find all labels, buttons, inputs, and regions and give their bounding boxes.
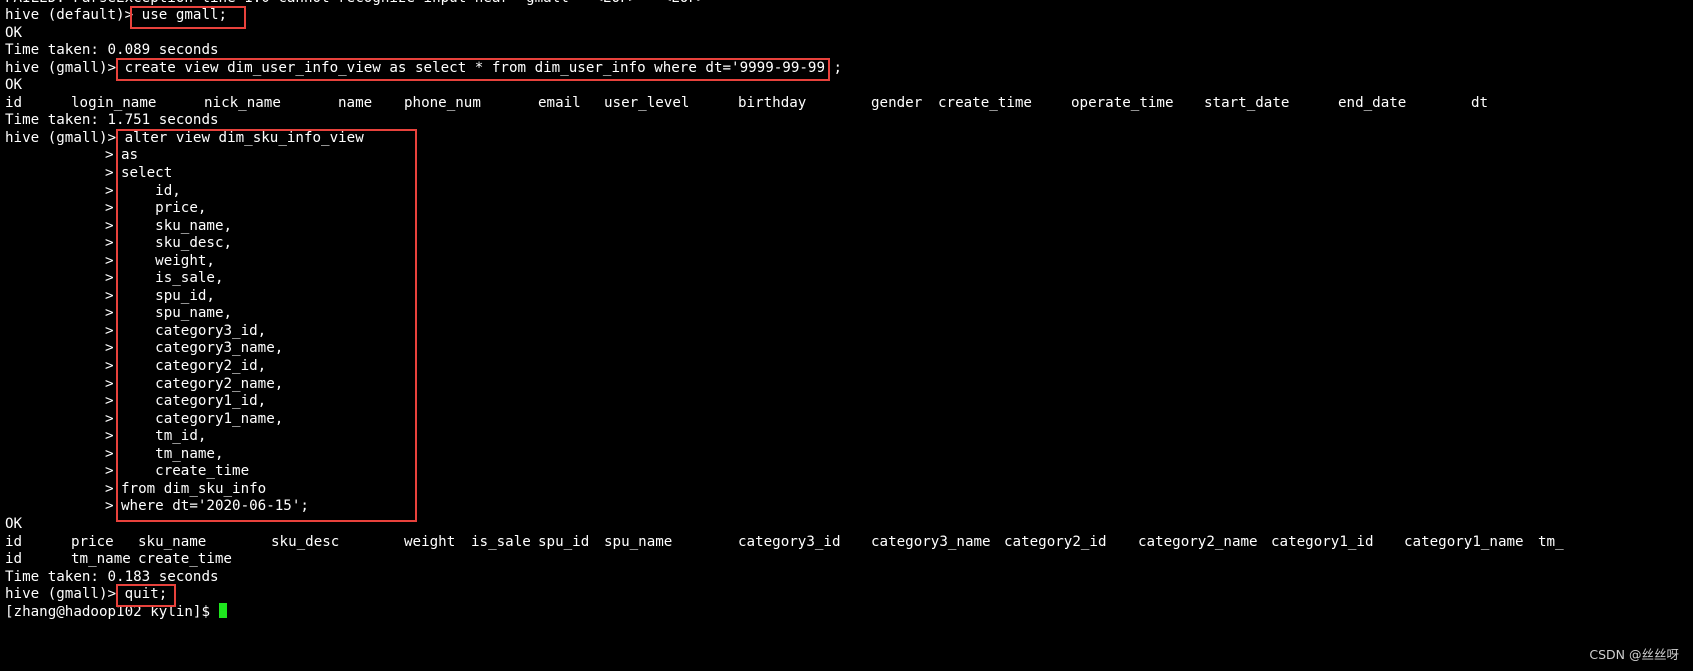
time-taken-line: Time taken: 1.751 seconds: [5, 112, 219, 128]
shell-prompt: [zhang@hadoop102 kylin]$: [5, 604, 219, 620]
user-table-header-cell: end_date: [1338, 95, 1407, 111]
user-table-header-cell: start_date: [1204, 95, 1290, 111]
user-table-header-cell: create_time: [938, 95, 1032, 111]
sku-table-header-cont-cell: id: [5, 551, 23, 567]
highlight-box-create: [116, 58, 830, 81]
terminal-cursor[interactable]: [218, 603, 227, 618]
prompt-gmall: hive (gmall)>: [5, 130, 125, 146]
highlight-box-quit: [116, 584, 176, 607]
highlight-box-alter: [116, 129, 417, 522]
highlight-box-use: [130, 6, 246, 29]
user-table-header-cell: operate_time: [1071, 95, 1174, 111]
user-table-header-cell: gender: [871, 95, 923, 111]
sku-table-header-cont-cell: tm_name: [71, 551, 131, 567]
user-table-header-cell: user_level: [604, 95, 690, 111]
user-table-header-cell: phone_num: [404, 95, 481, 111]
user-table-header-cell: birthday: [738, 95, 807, 111]
watermark: CSDN @丝丝呀: [1589, 647, 1679, 662]
user-table-header: id login_name nick_name name phone_num email u…: [0, 94, 1693, 113]
prompt-gmall: hive (gmall)>: [5, 586, 125, 602]
prompt-gmall: hive (gmall)>: [5, 60, 125, 76]
terminal-window[interactable]: FAILED: ParseException line 1:0 cannot r…: [0, 0, 1693, 671]
sku-table-header-cont: id tm_name create_time: [0, 550, 1693, 569]
user-table-header-cell: dt: [1471, 95, 1489, 111]
output-ok: OK: [5, 77, 23, 93]
prompt-default: hive (default)>: [5, 7, 142, 23]
user-table-header-cell: email: [538, 95, 581, 111]
user-table-header-cell: name: [338, 95, 373, 111]
sku-table-header-cont-cell: create_time: [138, 551, 232, 567]
output-ok: OK: [5, 516, 23, 532]
